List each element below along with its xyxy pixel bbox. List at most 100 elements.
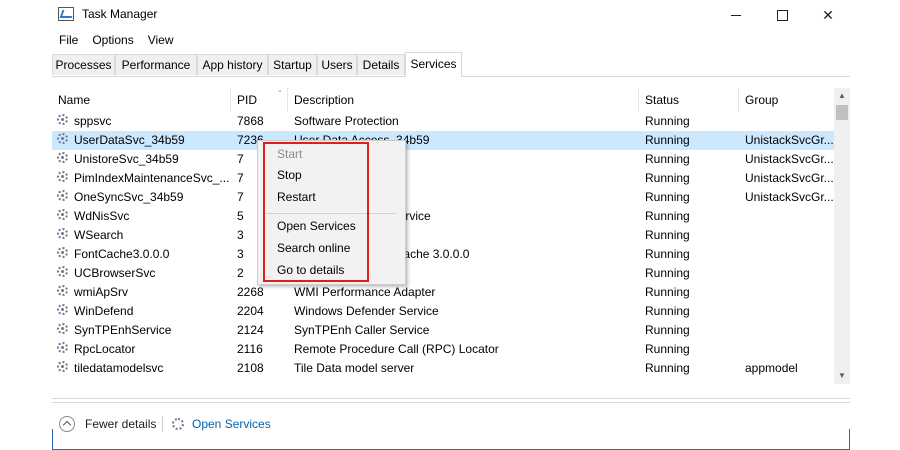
- cell-name: tiledatamodelsvc: [74, 361, 164, 375]
- cell-status: Running: [645, 171, 690, 185]
- service-gear-icon: [57, 171, 68, 182]
- cell-status: Running: [645, 228, 690, 242]
- cell-pid: 2204: [237, 304, 264, 318]
- table-row[interactable]: WinDefend 2204 Windows Defender Service Run…: [52, 302, 834, 321]
- service-gear-icon: [57, 190, 68, 201]
- maximize-icon: [776, 9, 788, 21]
- menu-file[interactable]: File: [52, 31, 85, 51]
- cell-pid: 7868: [237, 114, 264, 128]
- table-row[interactable]: SynTPEnhService 2124 SynTPEnh Caller Servi…: [52, 321, 834, 340]
- cell-group: [745, 302, 833, 321]
- context-menu-search-online[interactable]: Search online: [277, 238, 350, 258]
- cell-group: [745, 245, 833, 264]
- cell-name: UserDataSvc_34b59: [74, 133, 185, 147]
- cell-name: WdNisSvc: [74, 209, 130, 223]
- cell-group: UnistackSvcGr...: [745, 152, 833, 166]
- table-row[interactable]: OneSyncSvc_34b59 7 Running UnistackSvcGr...: [52, 188, 834, 207]
- cell-name: WinDefend: [74, 304, 134, 318]
- context-menu: Start Stop Restart Open Services Search …: [257, 140, 406, 285]
- scroll-up-icon[interactable]: ▲: [834, 88, 850, 104]
- minimize-button[interactable]: [713, 0, 759, 30]
- table-row[interactable]: UnistoreSvc_34b59734b59RunningUnistackSv…: [52, 150, 834, 169]
- menu-options[interactable]: Options: [85, 31, 140, 51]
- column-header-name[interactable]: Name: [52, 88, 231, 112]
- table-row[interactable]: WSearch 3 Running: [52, 226, 834, 245]
- cell-group: UnistackSvcGr...: [745, 190, 833, 204]
- close-button[interactable]: ✕: [805, 0, 851, 30]
- minimize-icon: [731, 14, 741, 16]
- tab-users[interactable]: Users: [317, 54, 357, 75]
- table-row[interactable]: UserDataSvc_34b597236User Data Access_34…: [52, 131, 834, 150]
- services-list: Name PID ⌄ Description Status Group spps…: [52, 87, 850, 401]
- cell-name: UCBrowserSvc: [74, 266, 156, 280]
- table-row[interactable]: WdNisSvc5etwork Inspection ServiceRunnin…: [52, 207, 834, 226]
- cell-group: [745, 112, 833, 131]
- vertical-scrollbar[interactable]: ▲ ▼: [834, 88, 850, 384]
- tab-details[interactable]: Details: [357, 54, 405, 75]
- cell-status: Running: [645, 285, 690, 299]
- context-menu-restart[interactable]: Restart: [277, 187, 316, 207]
- scroll-down-icon[interactable]: ▼: [834, 368, 850, 384]
- menu-view[interactable]: View: [141, 31, 181, 51]
- table-row[interactable]: sppsvc 7868 Software Protection Running: [52, 112, 834, 131]
- cell-status: Running: [645, 152, 690, 166]
- cell-pid: 2268: [237, 285, 264, 299]
- service-gear-icon: [57, 361, 68, 372]
- context-menu-go-to-details[interactable]: Go to details: [277, 260, 344, 280]
- tab-performance[interactable]: Performance: [115, 54, 197, 75]
- list-bottom-divider: [52, 398, 850, 399]
- close-icon: ✕: [822, 6, 834, 23]
- cell-name: SynTPEnhService: [74, 323, 172, 337]
- context-menu-separator: [266, 213, 396, 214]
- tab-app-history[interactable]: App history: [197, 54, 268, 75]
- cell-group: [745, 340, 833, 359]
- tab-services[interactable]: Services: [405, 52, 462, 77]
- title-bar: Task Manager ✕: [0, 0, 900, 30]
- cell-description: Windows Defender Service: [294, 304, 439, 318]
- tab-strip: Processes Performance App history Startu…: [52, 52, 850, 77]
- table-row[interactable]: PimIndexMaintenanceSvc_... 7 Running Unista…: [52, 169, 834, 188]
- context-menu-start: Start: [277, 147, 303, 161]
- tab-processes[interactable]: Processes: [52, 54, 115, 75]
- cell-name: sppsvc: [74, 114, 112, 128]
- table-row[interactable]: FontCache3.0.0.03n Foundation Font Cache…: [52, 245, 834, 264]
- cell-name: PimIndexMaintenanceSvc_...: [74, 171, 229, 185]
- column-header-description[interactable]: Description: [288, 88, 639, 112]
- service-gear-icon: [57, 323, 68, 334]
- cell-description: SynTPEnh Caller Service: [294, 323, 430, 337]
- scroll-thumb[interactable]: [836, 105, 848, 120]
- cell-group: [745, 321, 833, 340]
- cell-status: Running: [645, 361, 690, 375]
- cell-status: Running: [645, 133, 690, 147]
- context-menu-open-services[interactable]: Open Services: [277, 216, 356, 236]
- table-row[interactable]: UCBrowserSvc 2 Running: [52, 264, 834, 283]
- cell-status: Running: [645, 304, 690, 318]
- cell-name: FontCache3.0.0.0: [74, 247, 170, 261]
- cell-group: appmodel: [745, 361, 798, 375]
- cell-description: WMI Performance Adapter: [294, 285, 436, 299]
- cell-pid: 2108: [237, 361, 264, 375]
- tab-startup[interactable]: Startup: [268, 54, 317, 75]
- table-row[interactable]: RpcLocator 2116 Remote Procedure Call (RPC…: [52, 340, 834, 359]
- footer-divider: [52, 402, 850, 403]
- service-gear-icon: [57, 247, 68, 258]
- window-bottom-frame: [52, 429, 850, 450]
- context-menu-stop[interactable]: Stop: [277, 165, 302, 185]
- cell-status: Running: [645, 342, 690, 356]
- window-title: Task Manager: [82, 7, 158, 21]
- maximize-button[interactable]: [759, 0, 805, 30]
- service-gear-icon: [57, 114, 68, 125]
- menu-bar: File Options View: [52, 31, 181, 51]
- table-row[interactable]: wmiApSrv 2268 WMI Performance Adapter Runni…: [52, 283, 834, 302]
- table-row[interactable]: tiledatamodelsvc 2108 Tile Data model serv…: [52, 359, 834, 378]
- column-header-status[interactable]: Status: [639, 88, 739, 112]
- cell-name: OneSyncSvc_34b59: [74, 190, 184, 204]
- cell-status: Running: [645, 209, 690, 223]
- service-gear-icon: [57, 209, 68, 220]
- cell-name: RpcLocator: [74, 342, 136, 356]
- service-gear-icon: [57, 266, 68, 277]
- column-header-group[interactable]: Group: [739, 88, 834, 112]
- cell-status: Running: [645, 323, 690, 337]
- task-manager-icon: [58, 7, 74, 21]
- service-gear-icon: [57, 228, 68, 239]
